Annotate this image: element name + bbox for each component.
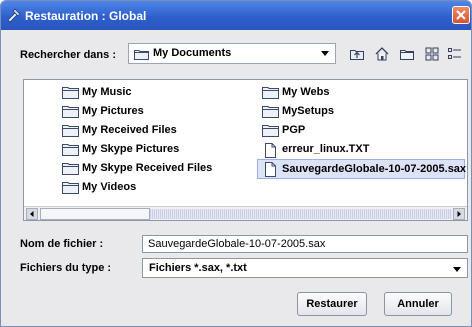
chevron-down-icon[interactable] xyxy=(321,51,329,56)
title-bar[interactable]: Restauration : Global xyxy=(1,1,471,30)
close-icon xyxy=(456,10,466,20)
document-icon xyxy=(265,143,276,158)
file-name: PGP xyxy=(282,124,306,136)
list-item-file-selected[interactable]: SauvegardeGlobale-10-07-2005.sax xyxy=(257,159,467,179)
file-name: My Pictures xyxy=(82,105,144,117)
folder-icon xyxy=(262,87,279,99)
list-view-button[interactable] xyxy=(422,44,442,64)
details-view-button[interactable] xyxy=(445,44,465,64)
home-button[interactable] xyxy=(372,44,392,64)
file-name: My Received Files xyxy=(82,124,177,136)
scroll-left-button[interactable] xyxy=(26,208,38,220)
list-item-folder[interactable]: MySetups xyxy=(258,103,458,121)
folder-icon xyxy=(262,106,279,118)
list-item-folder[interactable]: My Videos xyxy=(58,179,258,197)
scrollbar-track[interactable] xyxy=(150,209,452,219)
list-item-folder[interactable]: PGP xyxy=(258,122,458,140)
file-name: SauvegardeGlobale-10-07-2005.sax xyxy=(282,163,467,175)
file-type-label: Fichiers du type : xyxy=(20,262,112,274)
new-folder-button[interactable] xyxy=(397,44,417,64)
folder-icon xyxy=(62,144,79,156)
list-view-icon xyxy=(425,47,439,61)
window-title: Restauration : Global xyxy=(25,9,147,23)
scrollbar-thumb[interactable] xyxy=(40,208,150,220)
folder-icon xyxy=(62,106,79,118)
close-button[interactable] xyxy=(452,6,470,24)
folder-icon xyxy=(62,182,79,194)
restore-dialog: Restauration : Global Rechercher dans : … xyxy=(0,0,472,327)
list-item-folder[interactable]: My Skype Received Files xyxy=(58,160,258,178)
file-name: erreur_linux.TXT xyxy=(282,143,370,155)
folder-icon xyxy=(134,50,149,60)
document-icon xyxy=(265,162,276,177)
file-type-combo[interactable]: Fichiers *.sax, *.txt xyxy=(142,258,468,278)
home-icon xyxy=(375,47,389,61)
up-folder-button[interactable] xyxy=(347,44,367,64)
file-name: MySetups xyxy=(282,105,334,117)
file-name-label: Nom de fichier : xyxy=(20,238,104,250)
chevron-left-icon xyxy=(30,211,34,217)
file-name-input[interactable]: SauvegardeGlobale-10-07-2005.sax xyxy=(142,235,468,253)
chevron-down-icon[interactable] xyxy=(453,267,461,272)
cancel-button[interactable]: Annuler xyxy=(384,292,452,316)
list-item-folder[interactable]: My Music xyxy=(58,84,258,102)
list-item-folder[interactable]: My Webs xyxy=(258,84,458,102)
horizontal-scrollbar[interactable] xyxy=(24,206,467,220)
folder-icon xyxy=(62,87,79,99)
look-in-value: My Documents xyxy=(153,47,232,59)
file-name: My Skype Received Files xyxy=(82,162,213,174)
list-item-folder[interactable]: My Skype Pictures xyxy=(58,141,258,159)
look-in-combo[interactable]: My Documents xyxy=(128,43,336,64)
list-item-folder[interactable]: My Pictures xyxy=(58,103,258,121)
list-item-folder[interactable]: My Received Files xyxy=(58,122,258,140)
scroll-right-button[interactable] xyxy=(453,208,465,220)
file-list[interactable]: My Music My Pictures My Received Files M… xyxy=(23,79,468,221)
folder-icon xyxy=(62,163,79,175)
file-name: My Videos xyxy=(82,181,137,193)
look-in-label: Rechercher dans : xyxy=(20,49,116,61)
chevron-right-icon xyxy=(457,211,461,217)
details-view-icon xyxy=(448,48,461,59)
new-folder-icon xyxy=(400,50,414,60)
folder-icon xyxy=(62,125,79,137)
file-name: My Webs xyxy=(282,86,330,98)
up-folder-icon xyxy=(350,50,364,60)
file-type-value: Fichiers *.sax, *.txt xyxy=(149,262,247,274)
folder-icon xyxy=(262,125,279,137)
app-icon xyxy=(6,7,22,23)
list-item-file[interactable]: erreur_linux.TXT xyxy=(258,141,458,159)
file-name: My Music xyxy=(82,86,132,98)
restore-button[interactable]: Restaurer xyxy=(297,292,367,316)
file-name: My Skype Pictures xyxy=(82,143,180,155)
